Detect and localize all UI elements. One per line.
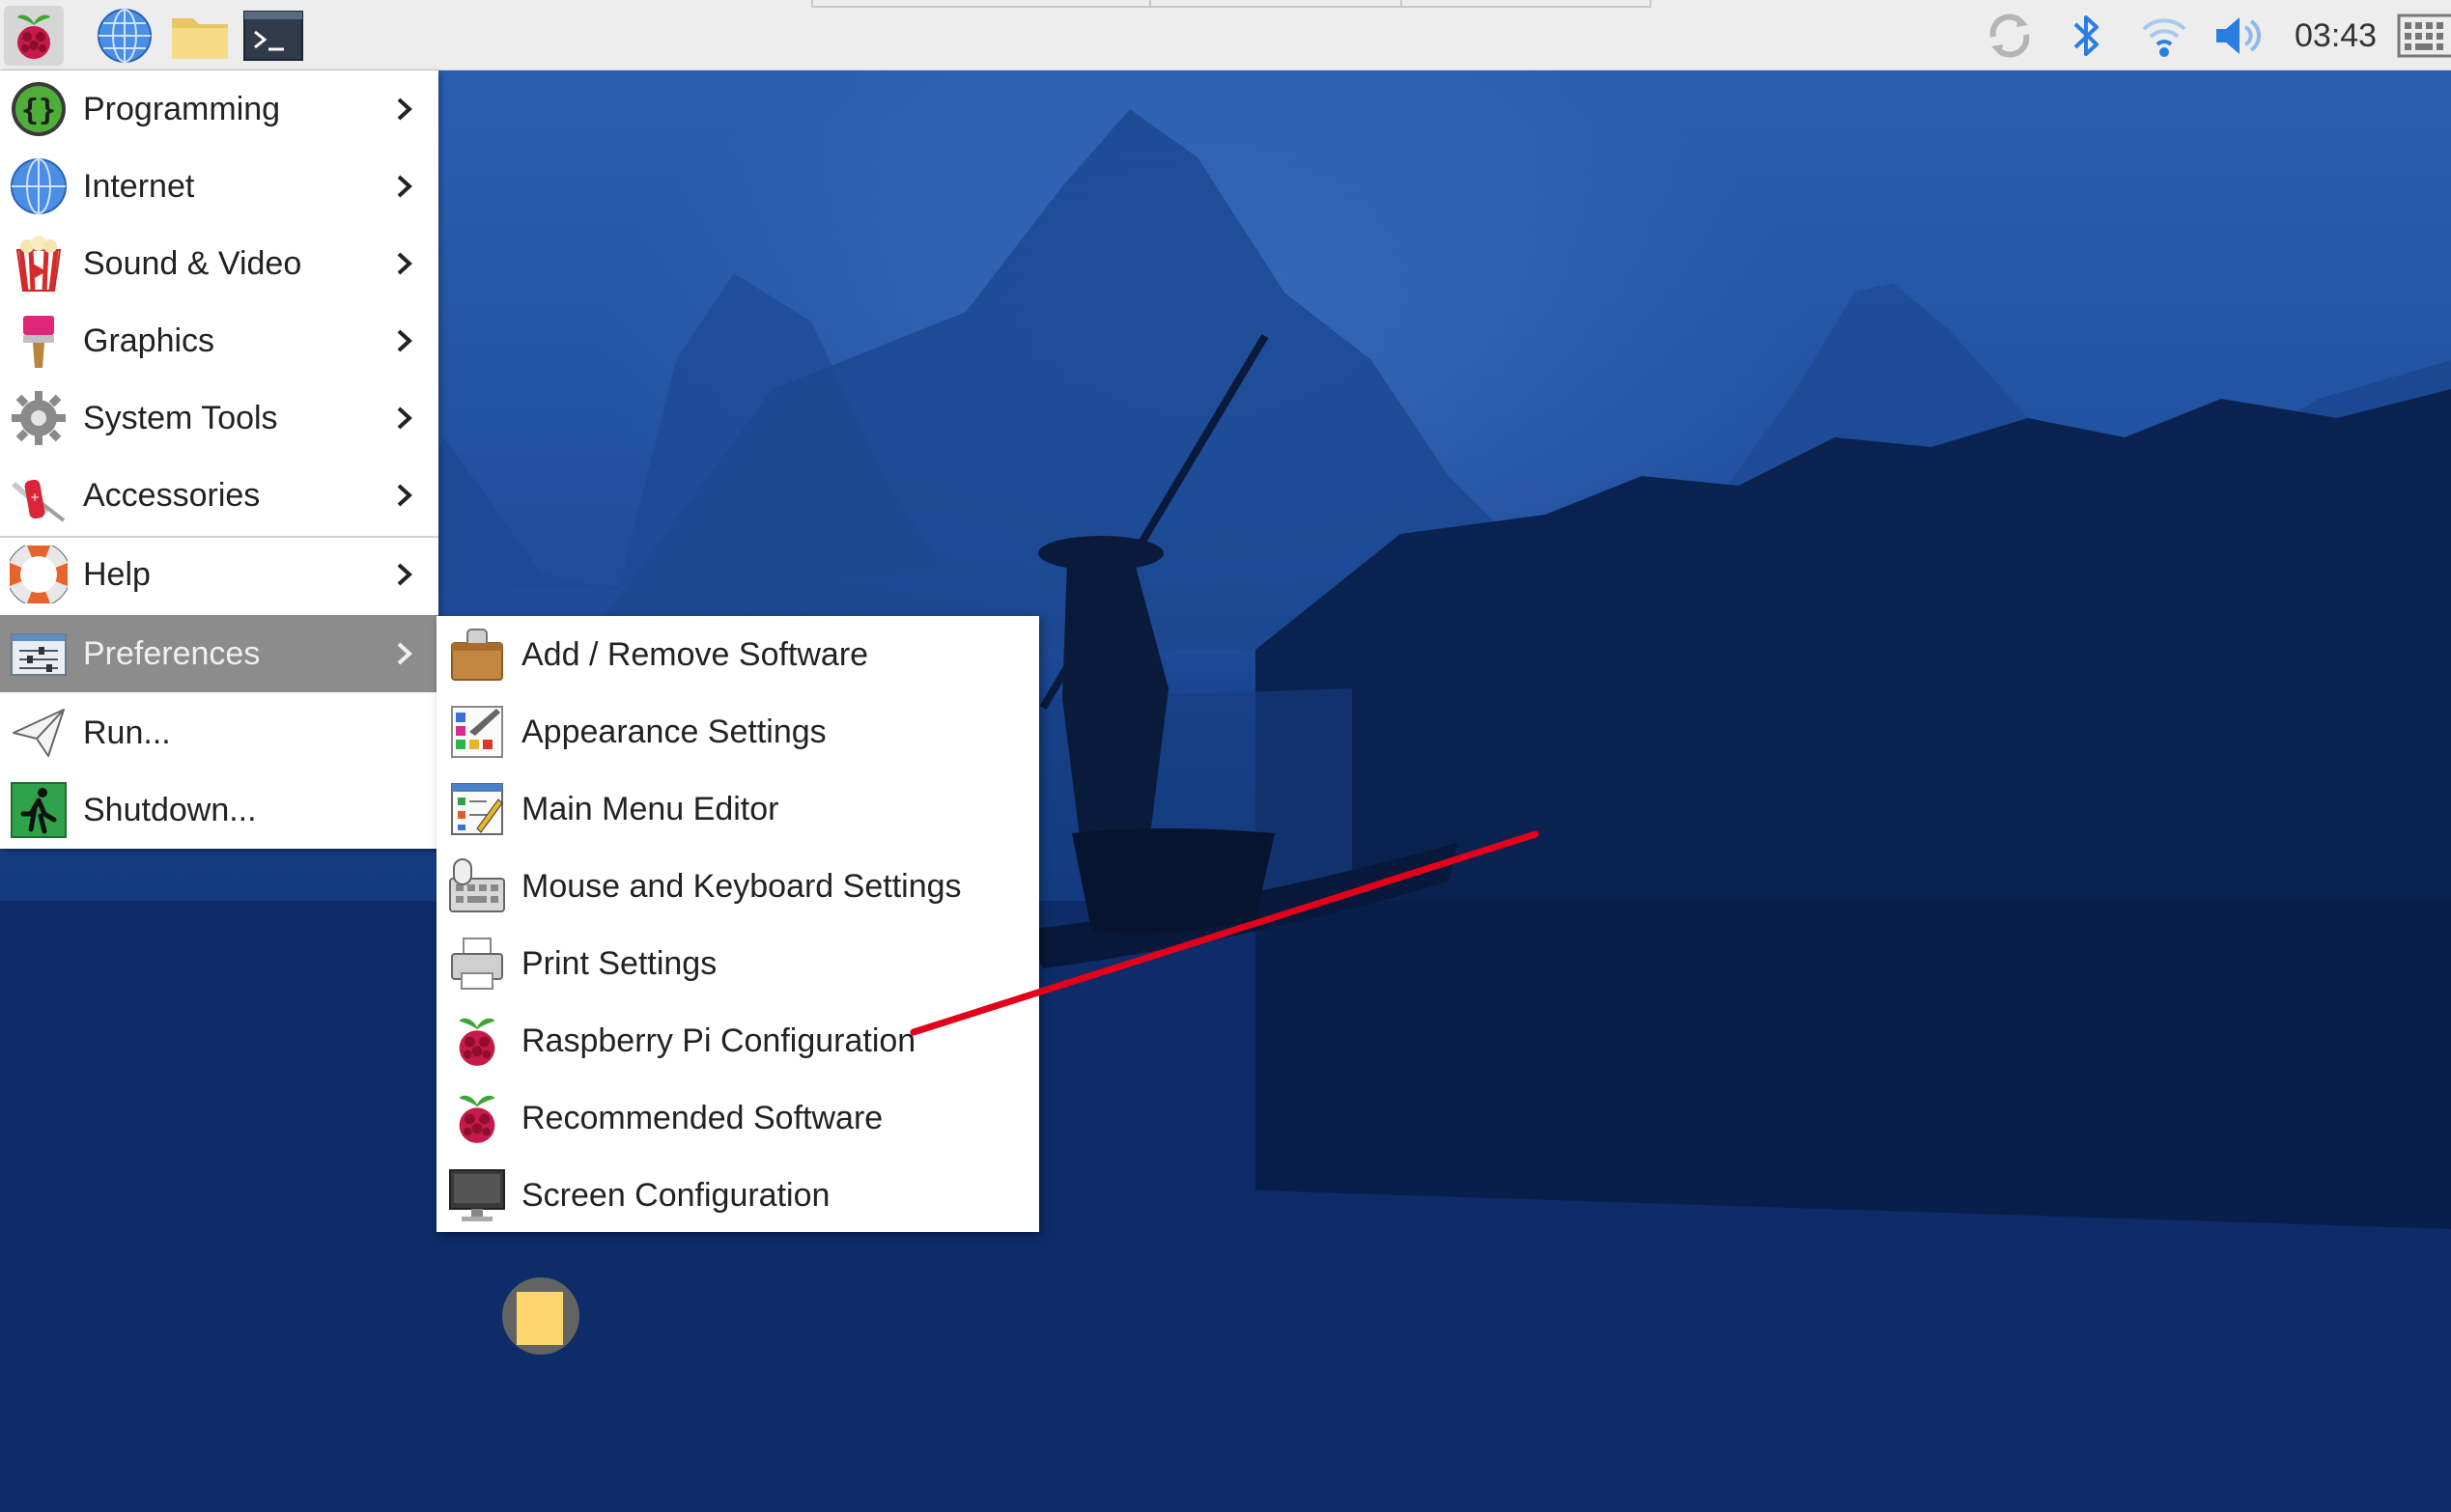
submenu-label: Print Settings [521, 944, 718, 982]
menu-item-graphics[interactable]: Graphics [0, 302, 438, 379]
gear-icon [8, 387, 70, 449]
paintbrush-icon [8, 310, 70, 372]
globe-icon [8, 155, 70, 217]
menu-label: Run... [83, 714, 171, 751]
menu-item-run[interactable]: Run... [0, 694, 438, 771]
menu-label: Sound & Video [83, 244, 302, 282]
popcorn-icon [8, 233, 70, 294]
raspberry-icon [17, 14, 50, 59]
menu-label: Programming [83, 90, 281, 127]
menu-item-accessories[interactable]: + Accessories [0, 457, 438, 534]
chevron-right-icon [397, 406, 412, 430]
menu-editor-icon [446, 778, 508, 840]
globe-icon [98, 9, 152, 63]
palette-icon [446, 701, 508, 763]
submenu-item-main-menu-editor[interactable]: Main Menu Editor [437, 770, 1039, 848]
sync-icon [1989, 14, 2030, 58]
window-list[interactable] [811, 0, 1651, 8]
programming-icon: {} [8, 78, 70, 140]
menu-item-programming[interactable]: {} Programming [0, 70, 438, 148]
chevron-right-icon [397, 329, 412, 352]
raspberry-icon [446, 1010, 508, 1072]
clock[interactable]: 03:43 [2295, 15, 2377, 56]
menu-item-help[interactable]: Help [0, 536, 438, 613]
menu-label: Graphics [83, 322, 215, 359]
file-manager-button[interactable] [170, 6, 230, 66]
menu-item-internet[interactable]: Internet [0, 148, 438, 225]
submenu-item-mouse-keyboard-settings[interactable]: Mouse and Keyboard Settings [437, 848, 1039, 925]
exit-icon [8, 779, 70, 841]
submenu-label: Mouse and Keyboard Settings [521, 867, 962, 905]
submenu-label: Main Menu Editor [521, 790, 779, 827]
main-menu: {} Programming Internet Sound & Video Gr… [0, 70, 438, 849]
printer-icon [446, 933, 508, 994]
chevron-right-icon [397, 642, 412, 665]
lifebuoy-icon [8, 544, 70, 605]
menu-label: Preferences [83, 634, 261, 672]
taskbar: 03:43 [0, 0, 2451, 70]
svg-text:{}: {} [21, 94, 56, 127]
updates-icon[interactable] [1982, 8, 2038, 64]
submenu-label: Raspberry Pi Configuration [521, 1022, 916, 1059]
submenu-item-recommended-software[interactable]: Recommended Software [437, 1079, 1039, 1157]
chevron-right-icon [397, 484, 412, 507]
menu-label: Help [83, 555, 151, 593]
chevron-right-icon [397, 563, 412, 586]
web-browser-button[interactable] [95, 6, 155, 66]
menu-label: System Tools [83, 399, 278, 436]
menu-label: Internet [83, 167, 195, 205]
submenu-item-screen-configuration[interactable]: Screen Configuration [437, 1157, 1039, 1234]
menu-item-sound-video[interactable]: Sound & Video [0, 225, 438, 302]
preferences-submenu: Add / Remove Software Appearance Setting… [437, 616, 1039, 1232]
chevron-right-icon [397, 98, 412, 121]
submenu-item-print-settings[interactable]: Print Settings [437, 925, 1039, 1002]
sliders-icon [8, 623, 70, 685]
menu-item-preferences[interactable]: Preferences [0, 615, 438, 692]
submenu-item-add-remove-software[interactable]: Add / Remove Software [437, 616, 1039, 693]
submenu-label: Screen Configuration [521, 1176, 831, 1214]
bluetooth-icon[interactable] [2059, 8, 2115, 64]
volume-icon[interactable] [2212, 8, 2268, 64]
terminal-button[interactable] [243, 6, 303, 66]
menu-label: Shutdown... [83, 791, 257, 828]
menu-item-system-tools[interactable]: System Tools [0, 379, 438, 457]
monitor-icon [446, 1164, 508, 1226]
package-icon [446, 624, 508, 686]
menu-label: Accessories [83, 476, 261, 514]
svg-text:+: + [30, 490, 40, 504]
raspberry-menu-button[interactable] [4, 6, 64, 66]
submenu-label: Appearance Settings [521, 713, 827, 750]
keyboard-icon[interactable] [2397, 8, 2451, 64]
wifi-icon[interactable] [2136, 8, 2192, 64]
chevron-right-icon [397, 175, 412, 198]
menu-item-shutdown[interactable]: Shutdown... [0, 771, 438, 849]
pocket-knife-icon: + [8, 464, 70, 526]
submenu-item-raspberry-pi-configuration[interactable]: Raspberry Pi Configuration [437, 1002, 1039, 1079]
raspberry-icon [446, 1087, 508, 1149]
submenu-label: Add / Remove Software [521, 635, 869, 673]
terminal-icon [243, 11, 303, 61]
chevron-right-icon [397, 252, 412, 275]
submenu-item-appearance-settings[interactable]: Appearance Settings [437, 693, 1039, 770]
paper-plane-icon [8, 702, 70, 764]
folder-icon [172, 18, 228, 59]
submenu-label: Recommended Software [521, 1099, 884, 1136]
mouse-keyboard-icon [446, 855, 508, 917]
